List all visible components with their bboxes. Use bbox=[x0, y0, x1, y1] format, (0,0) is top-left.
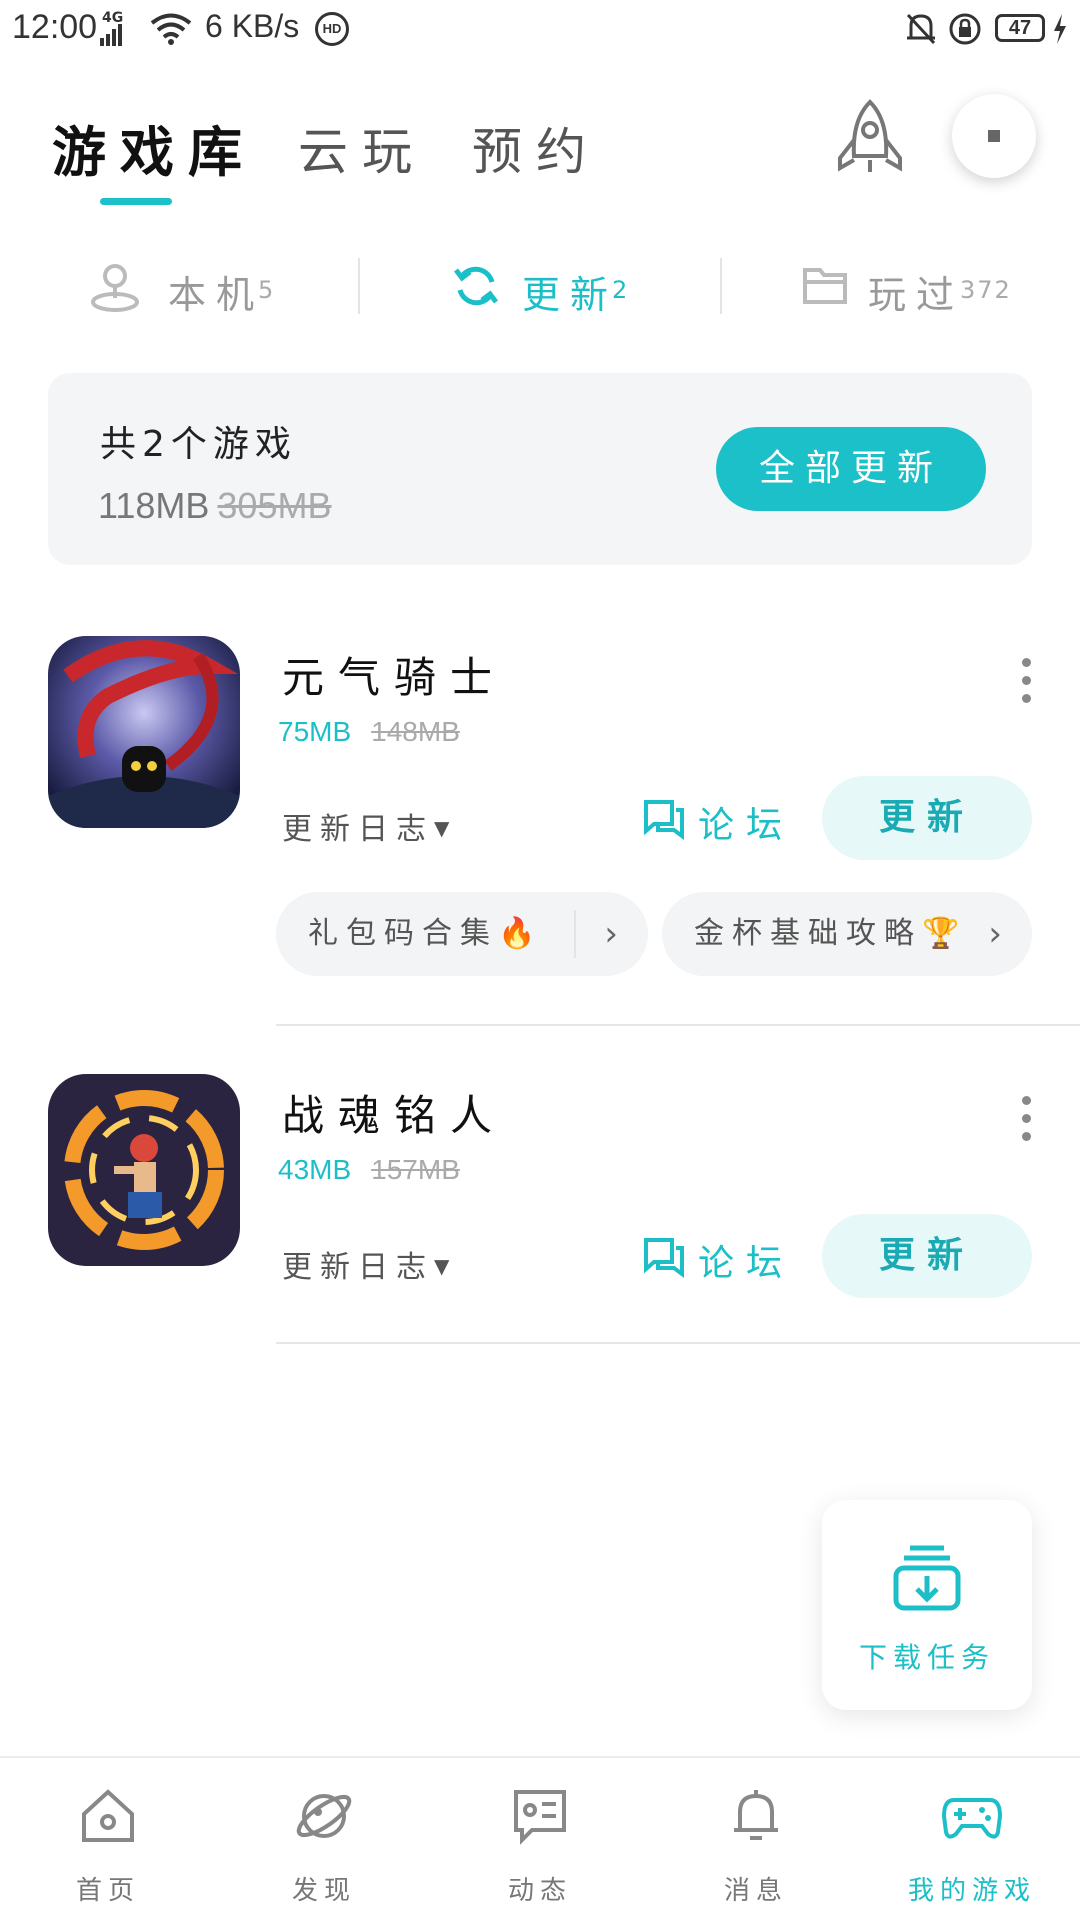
tab-game-library[interactable]: 游戏库 bbox=[52, 108, 256, 187]
caret-down-icon: ▼ bbox=[434, 1254, 450, 1278]
game-download-size: 75MB bbox=[278, 716, 352, 747]
summary-game-count: 共2个游戏 bbox=[100, 424, 297, 465]
game-download-size: 43MB bbox=[278, 1154, 352, 1185]
game-name[interactable]: 元气骑士 bbox=[282, 644, 506, 705]
avatar-image bbox=[988, 130, 1000, 142]
game-name[interactable]: 战魂铭人 bbox=[282, 1082, 506, 1143]
device-location-icon bbox=[91, 264, 139, 312]
subtab-local-label[interactable]: 本机 bbox=[168, 264, 264, 319]
forum-icon bbox=[644, 800, 684, 840]
more-options-icon[interactable] bbox=[1022, 658, 1032, 712]
pill-label: 礼包码合集 bbox=[308, 916, 498, 951]
pill-separator bbox=[574, 910, 576, 958]
nav-label: 消息 bbox=[723, 1876, 788, 1906]
subtab-played-label[interactable]: 玩过 bbox=[868, 264, 964, 319]
status-time: 12:00 bbox=[12, 8, 98, 46]
tab-reservation[interactable]: 预约 bbox=[472, 112, 600, 184]
more-options-icon[interactable] bbox=[1022, 1096, 1032, 1150]
update-all-button[interactable]: 全部更新 bbox=[716, 427, 986, 511]
charging-icon bbox=[1054, 14, 1066, 44]
download-tray-icon bbox=[893, 1545, 961, 1611]
subtab-divider bbox=[358, 258, 360, 314]
status-bar: 12:00 4G 6 KB/s HD 47 bbox=[0, 0, 1080, 60]
nav-label: 动态 bbox=[507, 1876, 572, 1906]
guide-pill[interactable]: 金杯基础攻略🏆 › bbox=[662, 892, 1032, 976]
game-size: 43MB 157MB bbox=[278, 1154, 460, 1186]
signal-icon bbox=[100, 24, 122, 46]
tab-cloud-play[interactable]: 云玩 bbox=[298, 112, 426, 184]
nav-label: 首页 bbox=[75, 1876, 140, 1906]
folder-icon bbox=[803, 268, 847, 304]
row-divider bbox=[276, 1342, 1080, 1344]
gift-code-pill[interactable]: 礼包码合集🔥 › bbox=[276, 892, 648, 976]
summary-download-size: 118MB bbox=[98, 485, 210, 526]
forum-label: 论坛 bbox=[698, 805, 795, 846]
active-tab-indicator bbox=[100, 198, 172, 205]
nav-label: 发现 bbox=[291, 1876, 356, 1906]
game-size: 75MB 148MB bbox=[278, 716, 460, 748]
nav-discover[interactable]: 发现 bbox=[216, 1758, 432, 1922]
soul-fighter-artwork bbox=[48, 1074, 240, 1266]
subtab-played-count: 372 bbox=[960, 276, 1012, 304]
summary-size: 118MB 305MB bbox=[98, 485, 331, 527]
changelog-toggle[interactable]: 更新日志▼ bbox=[282, 1242, 449, 1286]
avatar[interactable] bbox=[952, 94, 1036, 178]
bell-icon bbox=[734, 1790, 778, 1840]
changelog-toggle[interactable]: 更新日志▼ bbox=[282, 804, 449, 848]
game-original-size: 148MB bbox=[371, 716, 460, 747]
feed-icon bbox=[514, 1790, 566, 1845]
game-original-size: 157MB bbox=[371, 1154, 460, 1185]
gamepad-icon bbox=[942, 1798, 1002, 1839]
soul-knight-artwork bbox=[48, 636, 240, 828]
pill-label: 金杯基础攻略 bbox=[694, 916, 922, 951]
nav-my-games[interactable]: 我的游戏 bbox=[864, 1758, 1080, 1922]
forum-label: 论坛 bbox=[698, 1243, 795, 1284]
rocket-icon[interactable] bbox=[830, 98, 910, 178]
changelog-label: 更新日志 bbox=[282, 1250, 434, 1285]
hd-icon: HD bbox=[315, 12, 349, 46]
update-summary-card: 共2个游戏 118MB 305MB 全部更新 bbox=[48, 373, 1032, 565]
row-divider bbox=[276, 1024, 1080, 1026]
caret-down-icon: ▼ bbox=[434, 816, 450, 840]
game-icon-soul-fighter[interactable] bbox=[48, 1074, 240, 1266]
changelog-label: 更新日志 bbox=[282, 812, 434, 847]
trophy-icon: 🏆 bbox=[922, 916, 960, 951]
nav-messages[interactable]: 消息 bbox=[648, 1758, 864, 1922]
nav-label: 我的游戏 bbox=[907, 1876, 1036, 1906]
chevron-right-icon: › bbox=[604, 914, 618, 954]
planet-icon bbox=[296, 1794, 352, 1838]
nav-home[interactable]: 首页 bbox=[0, 1758, 216, 1922]
forum-icon bbox=[644, 1238, 684, 1278]
summary-original-size: 305MB bbox=[217, 485, 332, 526]
battery-icon: 47 bbox=[995, 14, 1045, 42]
wifi-icon bbox=[150, 13, 192, 45]
game-icon-soul-knight[interactable] bbox=[48, 636, 240, 828]
update-button[interactable]: 更新 bbox=[822, 776, 1032, 860]
update-button[interactable]: 更新 bbox=[822, 1214, 1032, 1298]
home-icon bbox=[82, 1789, 134, 1842]
subtab-divider bbox=[720, 258, 722, 314]
subtab-update-count: 2 bbox=[612, 276, 630, 304]
nav-feed[interactable]: 动态 bbox=[432, 1758, 648, 1922]
subtab-local-count: 5 bbox=[258, 276, 276, 304]
mute-bell-icon bbox=[906, 13, 936, 45]
refresh-icon bbox=[454, 266, 498, 306]
subtab-update-label[interactable]: 更新 bbox=[522, 264, 618, 319]
network-speed: 6 KB/s bbox=[205, 8, 300, 44]
bottom-navigation: 首页 发现 动态 消息 我的游戏 bbox=[0, 1756, 1080, 1922]
rotation-lock-icon bbox=[949, 13, 981, 45]
download-task-label: 下载任务 bbox=[858, 1641, 995, 1674]
chevron-right-icon: › bbox=[988, 914, 1002, 954]
fire-icon: 🔥 bbox=[498, 916, 536, 951]
download-task-button[interactable]: 下载任务 bbox=[822, 1500, 1032, 1710]
